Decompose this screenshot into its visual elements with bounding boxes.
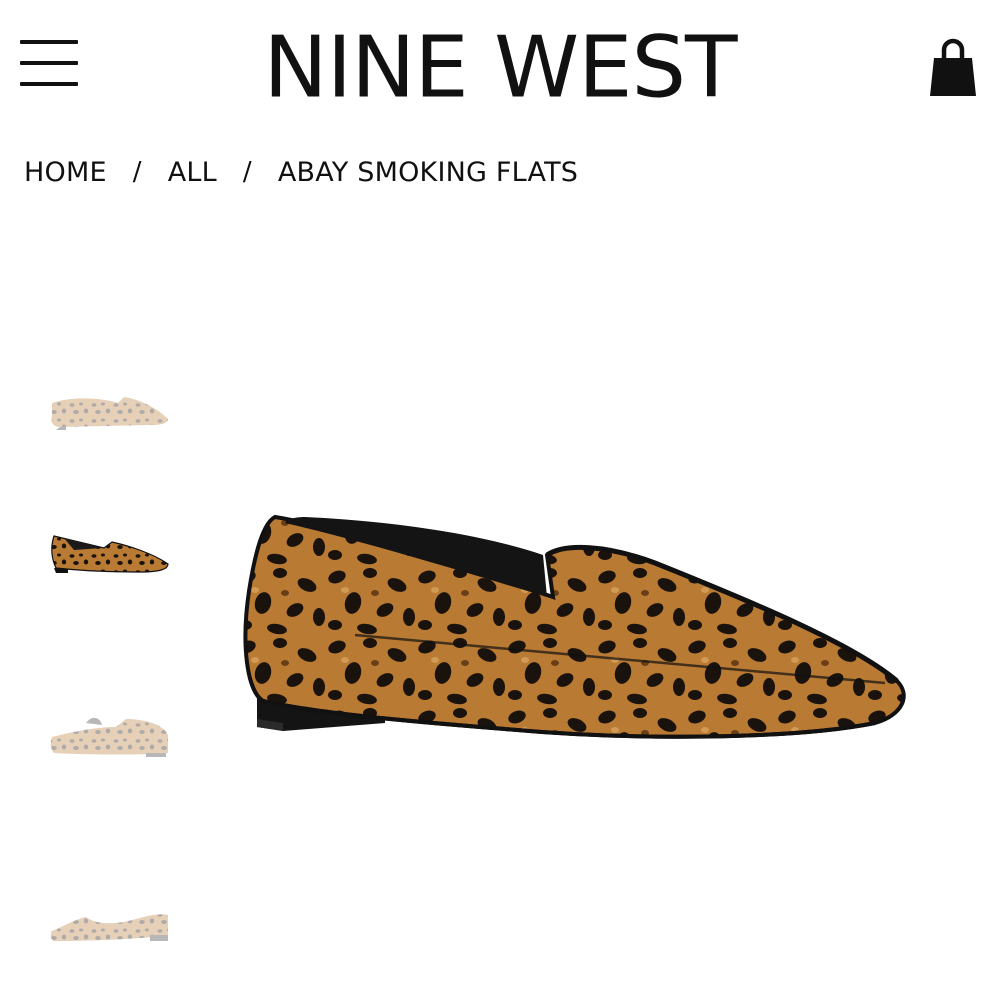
- breadcrumb-current-page: ABAY SMOKING FLATS: [277, 156, 579, 188]
- menu-bar: [20, 40, 78, 44]
- menu-bar: [20, 82, 78, 86]
- breadcrumb-home-link[interactable]: HOME: [24, 157, 107, 188]
- product-thumbnail-side[interactable]: [46, 385, 172, 455]
- product-main-image[interactable]: [235, 495, 915, 765]
- hamburger-menu-icon[interactable]: [20, 40, 78, 90]
- breadcrumb: HOME / ALL / ABAY SMOKING FLATS: [24, 152, 578, 192]
- menu-bar: [20, 61, 78, 65]
- site-header: NINE WEST: [0, 0, 1000, 130]
- shopping-bag-icon[interactable]: [930, 36, 976, 98]
- product-thumbnail-inner-side[interactable]: [46, 895, 172, 965]
- product-thumbnail-angle[interactable]: [46, 520, 172, 590]
- product-thumbnail-back-angle[interactable]: [46, 705, 172, 775]
- breadcrumb-all-link[interactable]: ALL: [168, 157, 217, 188]
- breadcrumb-separator: /: [242, 157, 252, 187]
- brand-logo[interactable]: NINE WEST: [200, 19, 800, 117]
- breadcrumb-separator: /: [132, 157, 142, 187]
